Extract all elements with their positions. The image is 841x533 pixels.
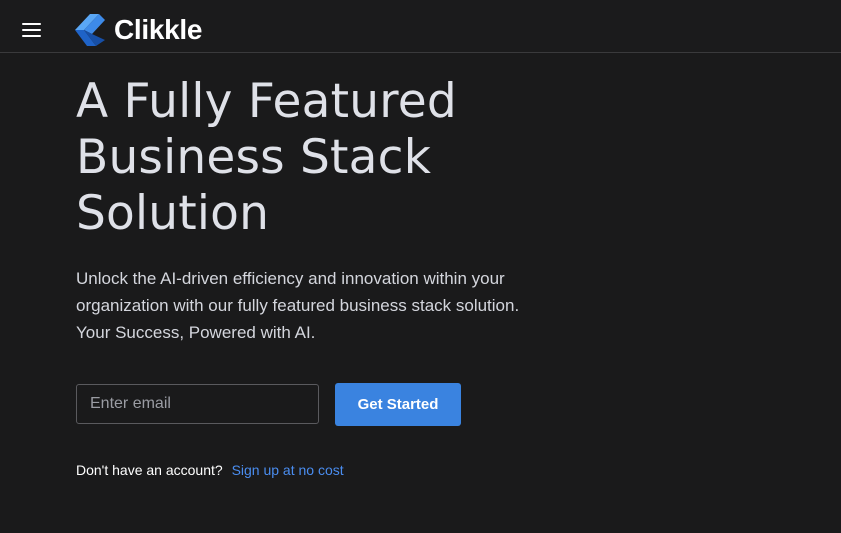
sign-up-link[interactable]: Sign up at no cost bbox=[232, 462, 344, 478]
hero-subtitle-line: Unlock the AI-driven efficiency and inno… bbox=[76, 269, 505, 288]
hero-title: A Fully Featured Business Stack Solution bbox=[76, 74, 636, 242]
hamburger-menu-icon[interactable] bbox=[19, 18, 45, 42]
hero-subtitle-line: organization with our fully featured bus… bbox=[76, 296, 520, 315]
email-input[interactable] bbox=[76, 383, 319, 424]
brand-logo-link[interactable]: Clikkle bbox=[72, 12, 202, 48]
email-signup-form: Get Started bbox=[76, 381, 461, 426]
menu-line bbox=[22, 29, 41, 31]
hero-subtitle: Unlock the AI-driven efficiency and inno… bbox=[76, 265, 596, 346]
hero-title-line: Solution bbox=[76, 186, 270, 241]
get-started-button[interactable]: Get Started bbox=[335, 383, 461, 426]
account-prompt-text: Don't have an account? bbox=[76, 462, 223, 478]
top-nav-bar: Clikkle bbox=[0, 0, 841, 53]
menu-line bbox=[22, 23, 41, 25]
hero-section: A Fully Featured Business Stack Solution… bbox=[76, 74, 636, 346]
clikkle-logo-icon bbox=[75, 14, 105, 46]
hero-title-line: A Fully Featured bbox=[76, 74, 457, 129]
hero-title-line: Business Stack bbox=[76, 130, 432, 185]
account-prompt: Don't have an account? Sign up at no cos… bbox=[76, 462, 344, 478]
hero-subtitle-line: Your Success, Powered with AI. bbox=[76, 323, 316, 342]
menu-line bbox=[22, 35, 41, 37]
brand-name: Clikkle bbox=[114, 14, 203, 45]
